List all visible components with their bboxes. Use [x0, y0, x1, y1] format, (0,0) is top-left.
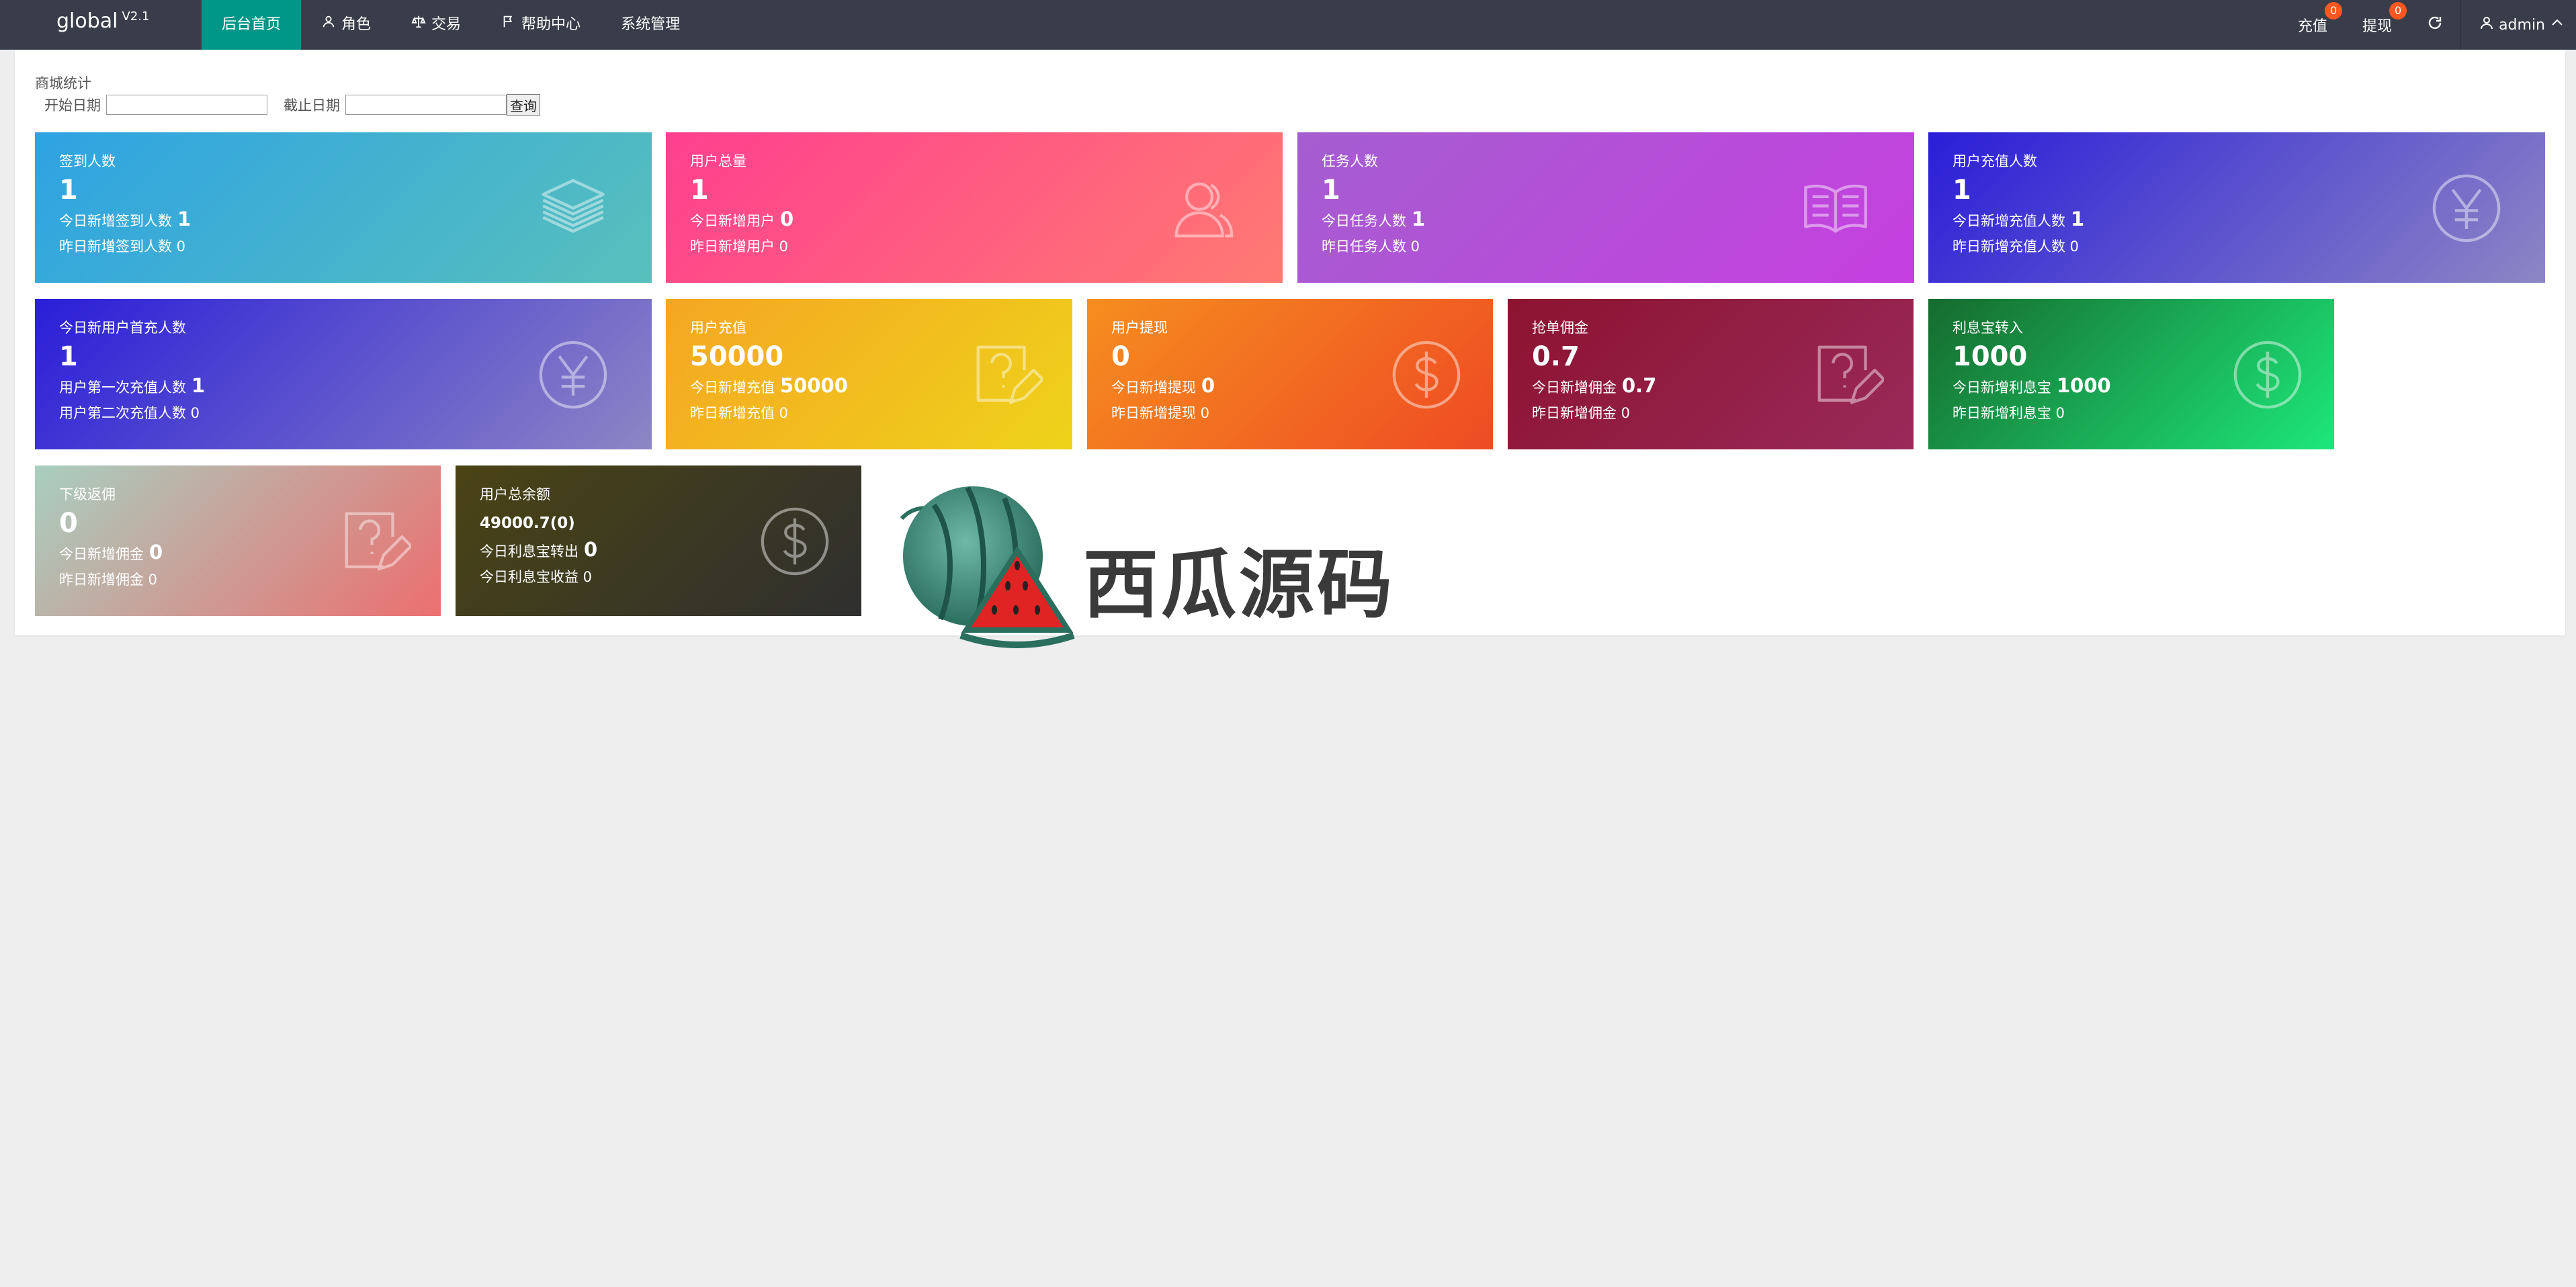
- question-edit-icon: [345, 512, 411, 571]
- card-today-value: 1: [1412, 208, 1426, 230]
- user-name: admin: [2499, 16, 2545, 34]
- start-date-input[interactable]: [106, 95, 267, 115]
- dollar-icon: [1392, 341, 1461, 409]
- watermark-text: 西瓜源码: [1083, 541, 1395, 629]
- query-button[interactable]: 查询: [507, 94, 540, 116]
- card-label: 抢单佣金: [1532, 320, 1588, 336]
- user-icon: [321, 0, 336, 50]
- card-subordinate-rebate[interactable]: 下级返佣 0 今日新增佣金 0 昨日新增佣金 0: [35, 465, 441, 616]
- main-nav: 后台首页 角色 交易 帮助中心 系统管理: [202, 0, 700, 50]
- card-today-value: 0.7: [1622, 374, 1657, 397]
- scale-icon: [411, 0, 426, 50]
- layers-icon: [542, 179, 605, 233]
- app-version: V2.1: [122, 9, 150, 24]
- user-icon: [2479, 15, 2495, 35]
- nav-system-label: 系统管理: [621, 16, 681, 33]
- withdraw-link[interactable]: 提现 0: [2345, 0, 2409, 50]
- end-date-input[interactable]: [345, 95, 507, 115]
- top-navbar: global V2.1 后台首页 角色 交易 帮助中心 系统管理 充值 0 提现…: [0, 0, 2576, 50]
- card-today-value: 50000: [780, 374, 848, 397]
- start-date-label: 开始日期: [44, 97, 101, 114]
- nav-roles-label: 角色: [341, 16, 372, 33]
- card-checkin-count[interactable]: 签到人数 1 今日新增签到人数 1 昨日新增签到人数 0: [35, 132, 652, 283]
- card-today-value: 1: [2071, 208, 2085, 230]
- withdraw-label: 提现: [2362, 18, 2393, 35]
- card-today-value: 1: [191, 374, 206, 397]
- dollar-icon: [761, 507, 829, 576]
- card-today-value: 1000: [2057, 374, 2111, 397]
- card-label: 下级返佣: [59, 486, 116, 502]
- card-task-count[interactable]: 任务人数 1 今日任务人数 1 昨日任务人数 0: [1297, 132, 1914, 283]
- nav-home-label: 后台首页: [222, 16, 282, 33]
- yen-icon: [2432, 174, 2501, 242]
- card-label: 用户总量: [690, 153, 746, 169]
- nav-trade[interactable]: 交易: [391, 0, 481, 50]
- card-total-users[interactable]: 用户总量 1 今日新增用户 0 昨日新增用户 0: [666, 132, 1283, 283]
- app-brand[interactable]: global V2.1: [56, 9, 149, 33]
- card-label: 利息宝转入: [1952, 320, 2023, 336]
- card-label: 签到人数: [59, 153, 116, 169]
- refresh-button[interactable]: [2409, 0, 2460, 50]
- card-recharge-users[interactable]: 用户充值人数 1 今日新增充值人数 1 昨日新增充值人数 0: [1928, 132, 2545, 283]
- card-order-commission[interactable]: 抢单佣金 0.7 今日新增佣金 0.7 昨日新增佣金 0: [1508, 299, 1914, 449]
- card-user-withdraw[interactable]: 用户提现 0 今日新增提现 0 昨日新增提现 0: [1087, 299, 1493, 449]
- nav-help-label: 帮助中心: [521, 16, 581, 33]
- book-icon: [1804, 184, 1867, 233]
- yen-icon: [539, 341, 607, 409]
- nav-home[interactable]: 后台首页: [202, 0, 302, 50]
- right-nav: 充值 0 提现 0 admin: [2280, 0, 2576, 50]
- card-label: 任务人数: [1322, 153, 1378, 169]
- card-label: 用户总余额: [480, 486, 550, 502]
- nav-help[interactable]: 帮助中心: [481, 0, 601, 50]
- card-today-value: 0: [780, 208, 794, 230]
- question-edit-icon: [976, 345, 1043, 404]
- card-today-value: 1: [177, 208, 191, 230]
- card-first-recharge-users[interactable]: 今日新用户首充人数 1 用户第一次充值人数 1 用户第二次充值人数 0: [35, 299, 652, 449]
- card-label: 今日新用户首充人数: [59, 320, 186, 336]
- card-user-recharge[interactable]: 用户充值 50000 今日新增充值 50000 昨日新增充值 0: [666, 299, 1072, 449]
- app-name: global: [56, 9, 118, 33]
- user-menu[interactable]: admin: [2461, 0, 2576, 50]
- end-date-label: 截止日期: [284, 97, 340, 114]
- flag-icon: [501, 0, 516, 50]
- card-today-value: 0: [149, 541, 163, 564]
- nav-system[interactable]: 系统管理: [601, 0, 700, 50]
- users-icon: [1174, 182, 1234, 238]
- section-title: 商城统计: [35, 75, 91, 91]
- withdraw-badge: 0: [2389, 2, 2407, 19]
- card-label: 用户充值: [690, 320, 746, 336]
- recharge-link[interactable]: 充值 0: [2280, 0, 2345, 50]
- chevron-up-icon: [2549, 15, 2565, 35]
- card-total-balance[interactable]: 用户总余额 49000.7(0) 今日利息宝转出 0 今日利息宝收益 0: [456, 465, 861, 616]
- card-label: 用户充值人数: [1952, 153, 2037, 169]
- refresh-icon: [2427, 15, 2443, 35]
- question-edit-icon: [1817, 345, 1884, 404]
- recharge-label: 充值: [2298, 18, 2328, 35]
- nav-roles[interactable]: 角色: [301, 0, 391, 50]
- card-interest-deposit[interactable]: 利息宝转入 1000 今日新增利息宝 1000 昨日新增利息宝 0: [1928, 299, 2334, 449]
- card-today-value: 0: [1201, 374, 1215, 397]
- date-filter: 开始日期 截止日期 查询: [44, 94, 540, 116]
- dollar-icon: [2233, 341, 2302, 409]
- watermelon-icon: [900, 486, 1075, 648]
- recharge-badge: 0: [2325, 2, 2343, 19]
- card-today-value: 0: [584, 538, 598, 561]
- nav-trade-label: 交易: [431, 16, 462, 33]
- card-label: 用户提现: [1111, 320, 1168, 336]
